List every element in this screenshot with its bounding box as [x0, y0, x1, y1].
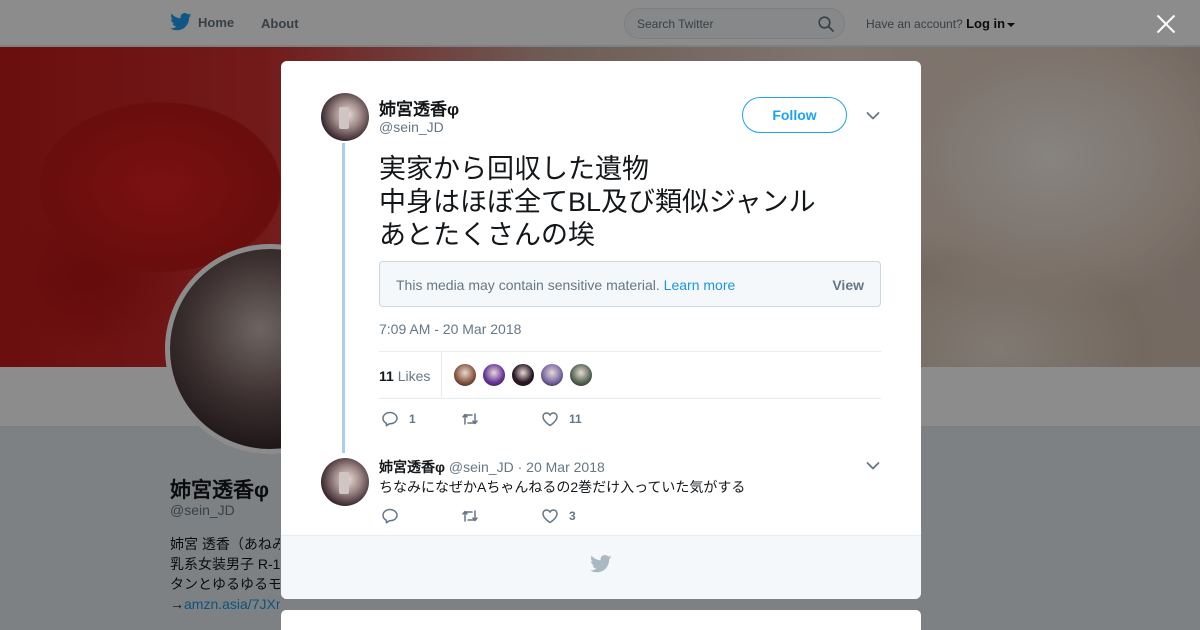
heart-icon [542, 509, 558, 524]
tweet-stats: 11 Likes [379, 351, 881, 399]
retweet-button[interactable] [461, 507, 541, 525]
like-count: 3 [569, 509, 576, 523]
tweet-modal: 姉宮透香φ @sein_JD Follow 実家から回収した遺物 中身はほぼ全て… [281, 61, 921, 599]
liker-avatar[interactable] [540, 363, 564, 387]
reply-author-avatar[interactable] [321, 458, 369, 506]
author-handle[interactable]: @sein_JD [379, 119, 444, 135]
sensitive-message: This media may contain sensitive materia… [396, 277, 660, 293]
reply-button[interactable] [381, 507, 461, 525]
tweet-actions: 1 11 [381, 410, 582, 428]
reply-text: ちなみになぜかAちゃんねるの2巻だけ入っていた気がする [379, 479, 746, 495]
reply-header: 姉宮透香φ @sein_JD · 20 Mar 2018 [379, 457, 605, 477]
chevron-down-icon[interactable] [866, 111, 880, 121]
learn-more-link[interactable]: Learn more [664, 277, 736, 293]
reply-button[interactable]: 1 [381, 410, 461, 428]
sensitive-text: This media may contain sensitive materia… [396, 277, 735, 293]
follow-button[interactable]: Follow [742, 97, 847, 133]
background-card [281, 610, 921, 630]
retweet-icon [462, 510, 478, 522]
chevron-down-icon[interactable] [866, 461, 880, 471]
close-icon[interactable] [1154, 12, 1178, 36]
liker-avatar[interactable] [482, 363, 506, 387]
reply-separator: · [517, 459, 523, 475]
likers-list [453, 363, 598, 387]
heart-icon [542, 412, 558, 427]
likes-label: Likes [397, 368, 431, 384]
liker-avatar[interactable] [569, 363, 593, 387]
retweet-button[interactable] [461, 410, 541, 428]
reply-author-handle[interactable]: @sein_JD [449, 459, 514, 475]
reply-actions: 3 [381, 507, 576, 525]
thread-line [342, 143, 345, 453]
modal-footer [281, 535, 921, 599]
reply-count: 1 [409, 412, 416, 426]
sensitive-media-notice: This media may contain sensitive materia… [379, 261, 881, 307]
likes-count: 11 [379, 368, 394, 384]
reply-icon [382, 508, 398, 524]
author-avatar[interactable] [321, 93, 369, 141]
author-name[interactable]: 姉宮透香φ [379, 95, 459, 120]
reply-date[interactable]: 20 Mar 2018 [526, 459, 605, 475]
stats-divider [441, 352, 442, 398]
tweet-text: 実家から回収した遺物 中身はほぼ全てBL及び類似ジャンル あとたくさんの埃 [379, 154, 816, 250]
liker-avatar[interactable] [453, 363, 477, 387]
reply-icon [382, 411, 398, 427]
like-button[interactable]: 3 [541, 507, 576, 525]
like-count: 11 [569, 412, 582, 426]
likes-stat[interactable]: 11 Likes [379, 368, 430, 384]
like-button[interactable]: 11 [541, 410, 582, 428]
reply-author-name[interactable]: 姉宮透香φ [379, 459, 445, 475]
tweet-timestamp[interactable]: 7:09 AM - 20 Mar 2018 [379, 321, 521, 337]
twitter-bird-icon [590, 555, 612, 573]
retweet-icon [462, 413, 478, 425]
liker-avatar[interactable] [511, 363, 535, 387]
view-button[interactable]: View [832, 277, 864, 293]
